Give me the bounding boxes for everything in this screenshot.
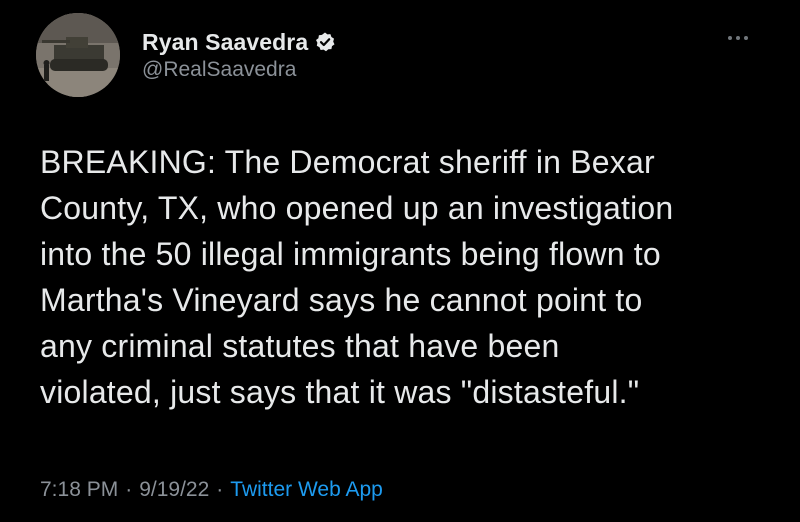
tweet-date[interactable]: 9/19/22 <box>139 478 209 502</box>
author-handle[interactable]: @RealSaavedra <box>142 58 296 82</box>
tweet-metadata: 7:18 PM · 9/19/22 · Twitter Web App <box>40 478 383 502</box>
author-avatar[interactable] <box>36 13 120 97</box>
verified-badge-icon <box>314 31 336 53</box>
more-dot <box>736 36 740 40</box>
more-dot <box>744 36 748 40</box>
tweet-text: BREAKING: The Democrat sheriff in Bexar … <box>40 144 674 410</box>
author-name-row[interactable]: Ryan Saavedra <box>142 26 336 58</box>
separator-dot: · <box>125 478 133 501</box>
separator-dot: · <box>216 478 224 501</box>
tank-photo-avatar <box>36 13 120 97</box>
tweet-card: Ryan Saavedra @RealSaavedra BREAKING: Th… <box>0 0 800 522</box>
tweet-time[interactable]: 7:18 PM <box>40 478 118 502</box>
tweet-source-link[interactable]: Twitter Web App <box>230 478 383 502</box>
more-dot <box>728 36 732 40</box>
author-display-name[interactable]: Ryan Saavedra <box>142 29 308 56</box>
more-horizontal-icon[interactable] <box>718 28 758 48</box>
